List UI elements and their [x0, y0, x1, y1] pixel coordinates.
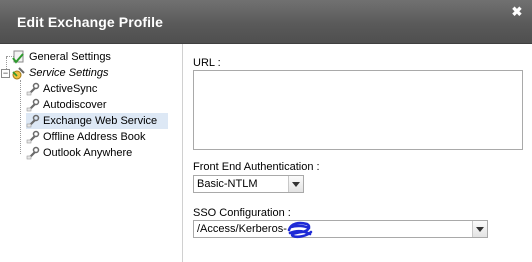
- frontend-auth-select[interactable]: Basic-NTLM: [193, 175, 304, 193]
- collapse-toggle[interactable]: −: [1, 69, 10, 78]
- url-textarea[interactable]: [193, 70, 523, 150]
- wrench-icon: [26, 82, 40, 96]
- sso-config-label: SSO Configuration :: [193, 207, 291, 219]
- tree-item-activesync[interactable]: ActiveSync: [26, 81, 97, 97]
- service-settings-form: URL : Front End Authentication : Basic-N…: [184, 44, 532, 262]
- tree-item-label: Service Settings: [29, 67, 109, 79]
- tree-item-autodiscover[interactable]: Autodiscover: [26, 97, 107, 113]
- wrench-icon: [26, 98, 40, 112]
- settings-group-icon: [12, 66, 26, 80]
- dialog-titlebar: Edit Exchange Profile ✖: [0, 0, 532, 44]
- dialog-title: Edit Exchange Profile: [17, 14, 164, 30]
- tree-item-label: Outlook Anywhere: [43, 147, 133, 159]
- tree-item-service-settings[interactable]: Service Settings: [12, 65, 108, 81]
- wrench-icon: [26, 114, 40, 128]
- sso-config-value: /Access/Kerberos-: [197, 223, 287, 235]
- tree-item-general-settings[interactable]: General Settings: [12, 49, 111, 65]
- check-settings-icon: [12, 50, 26, 64]
- tree-item-label: Autodiscover: [43, 99, 107, 111]
- url-label: URL :: [193, 57, 221, 69]
- settings-tree: General Settings − Service Settings Acti…: [0, 44, 183, 262]
- frontend-auth-value: Basic-NTLM: [197, 178, 258, 190]
- sso-config-select[interactable]: /Access/Kerberos-: [193, 220, 488, 238]
- tree-item-offline-address-book[interactable]: Offline Address Book: [26, 129, 146, 145]
- tree-item-label: General Settings: [29, 51, 111, 63]
- frontend-auth-label: Front End Authentication :: [193, 161, 320, 173]
- tree-item-exchange-web-service[interactable]: Exchange Web Service: [26, 113, 168, 129]
- redaction-scribble: [287, 221, 313, 239]
- wrench-icon: [26, 130, 40, 144]
- wrench-icon: [26, 146, 40, 160]
- chevron-down-icon: [472, 221, 487, 237]
- tree-item-label: Exchange Web Service: [43, 115, 158, 127]
- tree-item-outlook-anywhere[interactable]: Outlook Anywhere: [26, 145, 132, 161]
- tree-item-label: ActiveSync: [43, 83, 98, 95]
- chevron-down-icon: [288, 176, 303, 192]
- close-icon[interactable]: ✖: [510, 5, 524, 19]
- tree-connector: [20, 80, 21, 154]
- tree-item-label: Offline Address Book: [43, 131, 146, 143]
